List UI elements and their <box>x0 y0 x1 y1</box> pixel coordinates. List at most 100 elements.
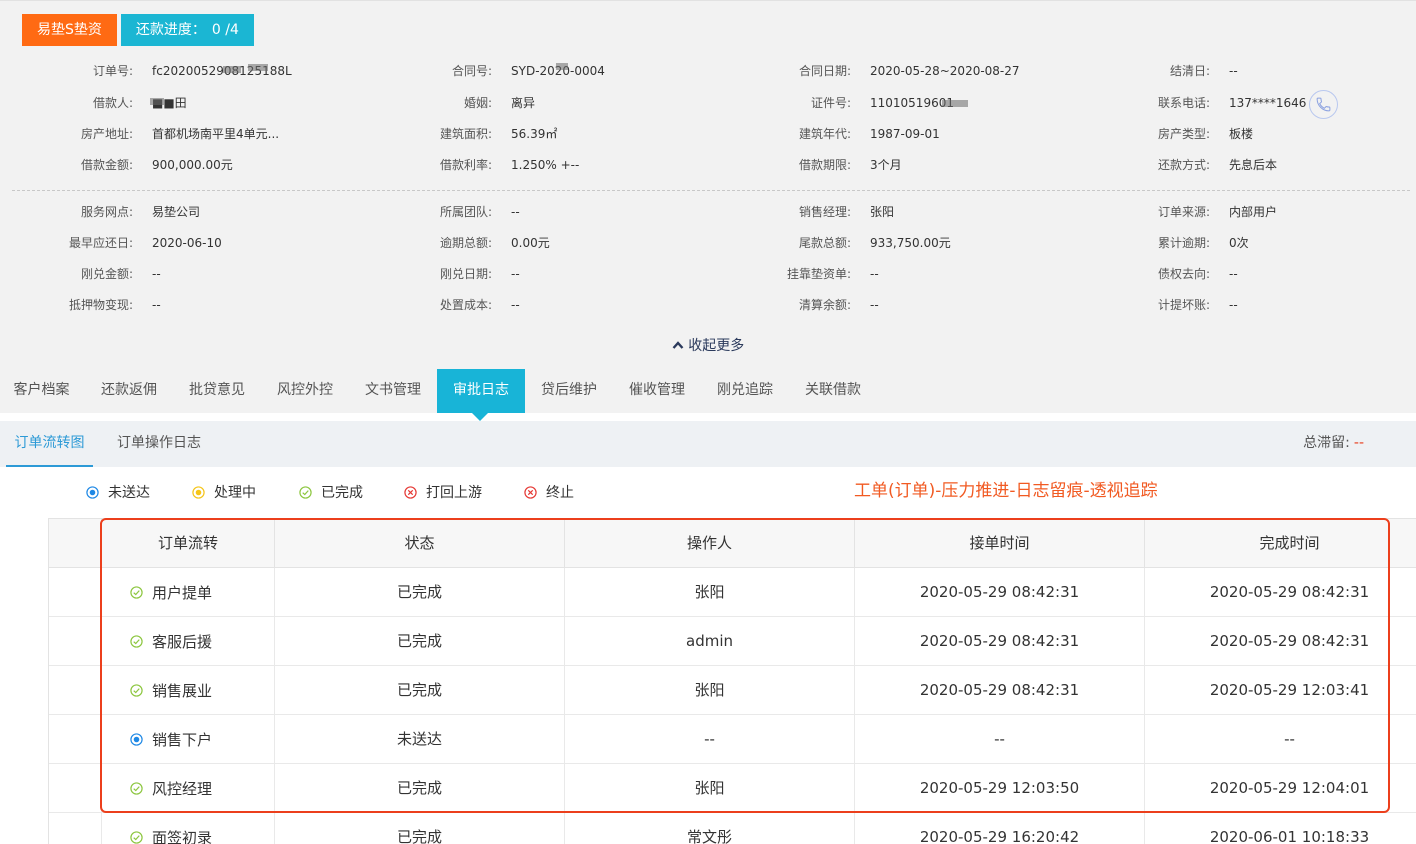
order-info-value: 56.39㎡ <box>511 127 558 141</box>
collapse-more-label: 收起更多 <box>688 338 745 354</box>
operator-cell: 张阳 <box>564 764 854 813</box>
extra-info-value: 张阳 <box>870 205 895 219</box>
flow-node-cell: 客服后援 <box>101 617 274 666</box>
extra-info-value: -- <box>152 298 161 312</box>
extra-info-label: 债权去向: <box>1157 267 1210 281</box>
status-cell: 已完成 <box>274 764 564 813</box>
extra-info-label: 尾款总额: <box>798 236 851 250</box>
order-info-label: 结清日: <box>1169 64 1210 78</box>
legend-label: 处理中 <box>214 485 256 501</box>
extra-info-row: 抵押物变现: -- 处置成本: -- 清算余额: -- 计提坏账: -- <box>0 295 1416 315</box>
check-circle-icon <box>130 635 143 648</box>
completed-time-cell: 2020-06-01 10:18:33 <box>1144 813 1416 844</box>
extra-info-value: -- <box>152 267 161 281</box>
legend-item: 处理中 <box>192 482 256 502</box>
order-info-value: 137****1646 <box>1229 96 1307 110</box>
order-info-label: 证件号: <box>810 96 851 110</box>
redaction-mask <box>150 98 164 105</box>
received-time-cell: 2020-05-29 08:42:31 <box>854 617 1144 666</box>
extra-info-value: 易垫公司 <box>152 205 201 219</box>
redaction-mask <box>223 66 241 73</box>
order-info-label: 联系电话: <box>1157 96 1210 110</box>
extra-info-value: -- <box>511 298 520 312</box>
order-info-label: 房产类型: <box>1157 127 1210 141</box>
extra-info-label: 计提坏账: <box>1157 298 1210 312</box>
flow-node-cell: 用户提单 <box>101 568 274 617</box>
stagnation-label: 总滞留: <box>1303 435 1350 451</box>
tab-6[interactable]: 审批日志 <box>437 369 525 413</box>
flow-node-label: 风控经理 <box>152 779 213 798</box>
flow-node-label: 用户提单 <box>152 583 213 602</box>
detail-tabs: 客户档案 还款返佣 批贷意见 风控外控 文书管理 审批日志 贷后维护 催收管理 刚兑追踪 关联借款 <box>0 369 1416 413</box>
completed-time-cell: 2020-05-29 12:04:01 <box>1144 764 1416 813</box>
subtab-operation-log[interactable]: 订单操作日志 <box>117 421 201 467</box>
tab-5[interactable]: 文书管理 <box>349 369 437 413</box>
extra-info-value: -- <box>511 205 520 219</box>
order-info-value: 先息后本 <box>1229 158 1278 172</box>
extra-info-label: 逾期总额: <box>439 236 492 250</box>
order-info-row: 借款人: ■■田 婚姻: 离异 证件号: 11010519601 联系电话: 137****1… <box>0 93 1416 113</box>
received-time-cell: 2020-05-29 16:20:42 <box>854 813 1144 844</box>
phone-call-icon[interactable] <box>1309 90 1338 119</box>
progress-label: 还款进度： <box>135 22 206 38</box>
badge-row: 易垫S垫资 还款进度： 0 /4 <box>22 14 254 46</box>
extra-info-row: 刚兑金额: -- 刚兑日期: -- 挂靠垫资单: -- 债权去向: -- <box>0 264 1416 284</box>
extra-info-label: 刚兑日期: <box>439 267 492 281</box>
total-stagnation: 总滞留: -- <box>1303 421 1364 467</box>
legend-label: 已完成 <box>321 485 363 501</box>
table-row: 销售展业 已完成 张阳 2020-05-29 08:42:31 2020-05-29 1… <box>49 666 1416 715</box>
extra-info-label: 挂靠垫资单: <box>786 267 851 281</box>
extra-info-label: 最早应还日: <box>68 236 133 250</box>
extra-info-row: 最早应还日: 2020-06-10 逾期总额: 0.00元 尾款总额: 933,750.0… <box>0 233 1416 253</box>
chevron-up-icon <box>672 338 684 354</box>
tab-3[interactable]: 批贷意见 <box>173 369 261 413</box>
legend-label: 打回上游 <box>426 485 482 501</box>
received-time-cell: 2020-05-29 08:42:31 <box>854 666 1144 715</box>
operator-cell: 张阳 <box>564 568 854 617</box>
legend-label: 终止 <box>546 485 574 501</box>
table-row: 客服后援 已完成 admin 2020-05-29 08:42:31 2020-05-2… <box>49 617 1416 666</box>
collapse-more-toggle[interactable]: 收起更多 <box>0 335 1416 355</box>
order-info-row: 订单号: fc2020052908125188L 合同号: SYD-2020-0004… <box>0 61 1416 81</box>
order-flow-table: 订单流转 状态 操作人 接单时间 完成时间 用户提单 已完成 张阳 2020-05-29 08… <box>48 518 1416 844</box>
legend-item: 打回上游 <box>404 482 482 502</box>
tab-8[interactable]: 催收管理 <box>613 369 701 413</box>
operator-cell: -- <box>564 715 854 764</box>
extra-info-label: 处置成本: <box>439 298 492 312</box>
flow-node-label: 销售展业 <box>152 681 213 700</box>
tab-4[interactable]: 风控外控 <box>261 369 349 413</box>
column-header: 操作人 <box>564 519 854 568</box>
check-circle-icon <box>130 782 143 795</box>
extra-info-value: 2020-06-10 <box>152 236 222 250</box>
order-info-label: 订单号: <box>92 64 133 78</box>
active-tab-pointer <box>472 413 488 421</box>
check-circle-icon <box>299 485 312 499</box>
tab-1[interactable]: 客户档案 <box>0 369 83 413</box>
radio-dot-icon <box>86 485 99 499</box>
tab-9[interactable]: 刚兑追踪 <box>701 369 789 413</box>
legend-item: 终止 <box>524 482 574 502</box>
order-info-label: 建筑面积: <box>439 127 492 141</box>
log-subtabs: 订单流转图 订单操作日志 总滞留: -- <box>0 421 1416 467</box>
order-info-value: 900,000.00元 <box>152 158 233 172</box>
redaction-mask <box>248 64 268 71</box>
status-cell: 已完成 <box>274 666 564 715</box>
extra-info-label: 所属团队: <box>439 205 492 219</box>
legend-label: 未送达 <box>108 485 150 501</box>
check-circle-icon <box>130 684 143 697</box>
order-info-label: 房产地址: <box>80 127 133 141</box>
progress-value: 0 /4 <box>211 22 239 38</box>
extra-info-value: 0次 <box>1229 236 1249 250</box>
tab-10[interactable]: 关联借款 <box>789 369 877 413</box>
received-time-cell: 2020-05-29 08:42:31 <box>854 568 1144 617</box>
tab-2[interactable]: 还款返佣 <box>85 369 173 413</box>
extra-info-value: -- <box>1229 298 1238 312</box>
order-info-label: 借款利率: <box>439 158 492 172</box>
flow-node-cell: 面签初录 <box>101 813 274 844</box>
order-info-value: 板楼 <box>1229 127 1254 141</box>
tab-7[interactable]: 贷后维护 <box>525 369 613 413</box>
extra-info-label: 抵押物变现: <box>68 298 133 312</box>
subtab-order-flow[interactable]: 订单流转图 <box>6 421 93 467</box>
extra-info-value: 933,750.00元 <box>870 236 951 250</box>
order-info-value: 2020-05-28~2020-08-27 <box>870 64 1020 78</box>
